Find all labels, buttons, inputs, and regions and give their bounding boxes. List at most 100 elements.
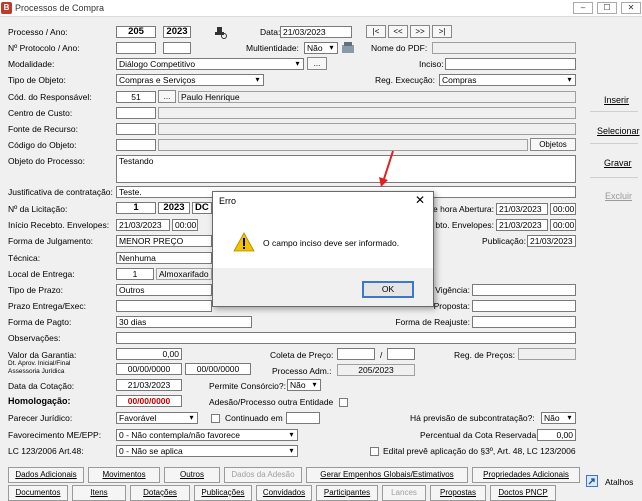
responsavel-lookup-button[interactable]: ... — [158, 90, 176, 103]
side-divider — [590, 111, 638, 112]
atalhos-label[interactable]: Atalhos — [605, 477, 633, 488]
dotacoes-button[interactable]: Dotações — [130, 485, 190, 501]
data-cotacao-field[interactable]: 21/03/2023 — [116, 379, 182, 391]
tipo-objeto-select[interactable]: Compras e Serviços — [116, 74, 264, 86]
hora-abertura-hora-field[interactable]: 00:00 — [550, 203, 576, 215]
inserir-button[interactable]: Inserir — [604, 95, 629, 105]
hora-abertura-data-field[interactable]: 21/03/2023 — [496, 203, 548, 215]
next-record-button[interactable]: >> — [410, 25, 430, 38]
convidados-button[interactable]: Convidados — [256, 485, 312, 501]
percentual-cota-field[interactable]: 0,00 — [537, 429, 576, 441]
licitacao-tipo-field[interactable]: DC — [192, 202, 212, 214]
documentos-button[interactable]: Documentos — [8, 485, 68, 501]
gravar-button[interactable]: Gravar — [604, 158, 632, 168]
licitacao-field[interactable]: 1 — [116, 202, 156, 214]
inicio-receb-data-field[interactable]: 21/03/2023 — [116, 219, 170, 231]
processo-label: Processo / Ano: — [8, 27, 68, 37]
excluir-button[interactable]: Excluir — [605, 191, 632, 201]
ano-field[interactable]: 2023 — [163, 26, 191, 38]
shortcut-icon[interactable] — [586, 475, 598, 487]
prev-record-button[interactable]: << — [388, 25, 408, 38]
consorcio-select[interactable]: Não — [287, 379, 321, 391]
database-icon[interactable] — [341, 41, 355, 54]
modalidade-select[interactable]: Diálogo Competitivo — [116, 58, 304, 70]
homologacao-field[interactable]: 00/00/0000 — [116, 395, 182, 407]
dialog-title: Erro — [219, 196, 237, 206]
tipo-prazo-select[interactable]: Outros — [116, 284, 212, 296]
dados-adicionais-button[interactable]: Dados Adicionais — [8, 467, 84, 483]
protocolo-field[interactable] — [116, 42, 156, 54]
subcontratacao-select[interactable]: Não — [541, 412, 576, 424]
subcontratacao-label: Há previsão de subcontratação?: — [410, 413, 535, 423]
favorecimento-select[interactable]: 0 - Não contempla/não favorece — [116, 429, 298, 441]
responsavel-cod-field[interactable]: 51 — [116, 91, 156, 103]
edital-checkbox[interactable] — [370, 447, 379, 456]
maximize-button[interactable]: ☐ — [597, 2, 617, 14]
coleta-preco-field-1[interactable] — [337, 348, 375, 360]
publicacoes-button[interactable]: Publicações — [194, 485, 252, 501]
centro-custo-label: Centro de Custo: — [8, 108, 73, 118]
selecionar-button[interactable]: Selecionar — [597, 126, 640, 136]
continuado-label: Continuado em — [225, 413, 283, 423]
adesao-checkbox[interactable] — [339, 398, 348, 407]
fim-receb-hora-field[interactable]: 00:00 — [550, 219, 576, 231]
dialog-close-icon[interactable]: ✕ — [415, 193, 425, 207]
lc-select[interactable]: 0 - Não se aplica — [116, 445, 298, 457]
parecer-select[interactable]: Favorável — [116, 412, 198, 424]
protocolo-ano-field[interactable] — [163, 42, 191, 54]
last-record-button[interactable]: >| — [432, 25, 452, 38]
modalidade-lookup-button[interactable]: ... — [307, 57, 327, 70]
processo-adm-field: 205/2023 — [337, 364, 415, 376]
fim-receb-data-field[interactable]: 21/03/2023 — [496, 219, 548, 231]
minimize-button[interactable]: – — [573, 2, 593, 14]
local-entrega-cod-field[interactable]: 1 — [116, 268, 154, 280]
gerar-empenhos-button[interactable]: Gerar Empenhos Globais/Estimativos — [306, 467, 468, 483]
continuado-field[interactable] — [286, 412, 320, 424]
doctos-pncp-button[interactable]: Doctos PNCP — [490, 485, 556, 501]
forma-reajuste-field[interactable] — [472, 316, 576, 328]
lances-button[interactable]: Lances — [382, 485, 426, 501]
propostas-button[interactable]: Propostas — [430, 485, 486, 501]
processo-field[interactable]: 205 — [116, 26, 156, 38]
forma-julgamento-select[interactable]: MENOR PREÇO — [116, 235, 212, 247]
assessoria-label: Assessoria Jurídica — [8, 368, 65, 375]
consorcio-label: Permite Consórcio?: — [209, 381, 287, 391]
side-divider — [590, 143, 638, 144]
vigencia-field[interactable] — [472, 284, 576, 296]
aprov-inicial-field[interactable]: 00/00/0000 — [116, 363, 182, 375]
centro-custo-field[interactable] — [116, 107, 156, 119]
outros-button[interactable]: Outros — [164, 467, 220, 483]
prazo-entrega-field[interactable] — [116, 300, 212, 312]
forma-pagto-field[interactable]: 30 dias — [116, 316, 252, 328]
dados-adesao-button[interactable]: Dados da Adesão — [224, 467, 302, 483]
stamp-icon[interactable] — [213, 26, 227, 39]
local-entrega-nome-field: Almoxarifado ( — [156, 268, 212, 280]
objetos-button[interactable]: Objetos — [530, 138, 576, 151]
first-record-button[interactable]: |< — [366, 25, 386, 38]
proposta-field[interactable] — [472, 300, 576, 312]
prazo-entrega-label: Prazo Entrega/Exec: — [8, 301, 86, 311]
movimentos-button[interactable]: Movimentos — [88, 467, 160, 483]
fonte-recurso-field[interactable] — [116, 123, 156, 135]
licitacao-ano-field[interactable]: 2023 — [158, 202, 190, 214]
observacoes-field[interactable] — [116, 332, 576, 344]
participantes-button[interactable]: Participantes — [316, 485, 378, 501]
coleta-preco-field-2[interactable] — [387, 348, 415, 360]
multientidade-select[interactable]: Não — [304, 42, 338, 54]
valor-garantia-field[interactable]: 0,00 — [116, 348, 182, 360]
licitacao-label: Nº da Licitação: — [8, 204, 68, 214]
data-field[interactable]: 21/03/2023 — [280, 26, 352, 38]
ok-button[interactable]: OK — [362, 281, 414, 298]
codigo-objeto-field[interactable] — [116, 139, 156, 151]
itens-button[interactable]: Itens — [72, 485, 126, 501]
inciso-field[interactable] — [445, 58, 576, 70]
reg-execucao-select[interactable]: Compras — [439, 74, 576, 86]
aprov-final-field[interactable]: 00/00/0000 — [185, 363, 251, 375]
tecnica-select[interactable]: Nenhuma — [116, 252, 212, 264]
inicio-receb-hora-field[interactable]: 00:00 — [172, 219, 198, 231]
propriedades-adicionais-button[interactable]: Propriedades Adicionais — [472, 467, 580, 483]
continuado-checkbox[interactable] — [211, 414, 220, 423]
publicacao-field[interactable]: 21/03/2023 — [527, 235, 576, 247]
objeto-processo-field[interactable]: Testando — [116, 155, 576, 183]
close-button[interactable]: ✕ — [621, 2, 641, 14]
